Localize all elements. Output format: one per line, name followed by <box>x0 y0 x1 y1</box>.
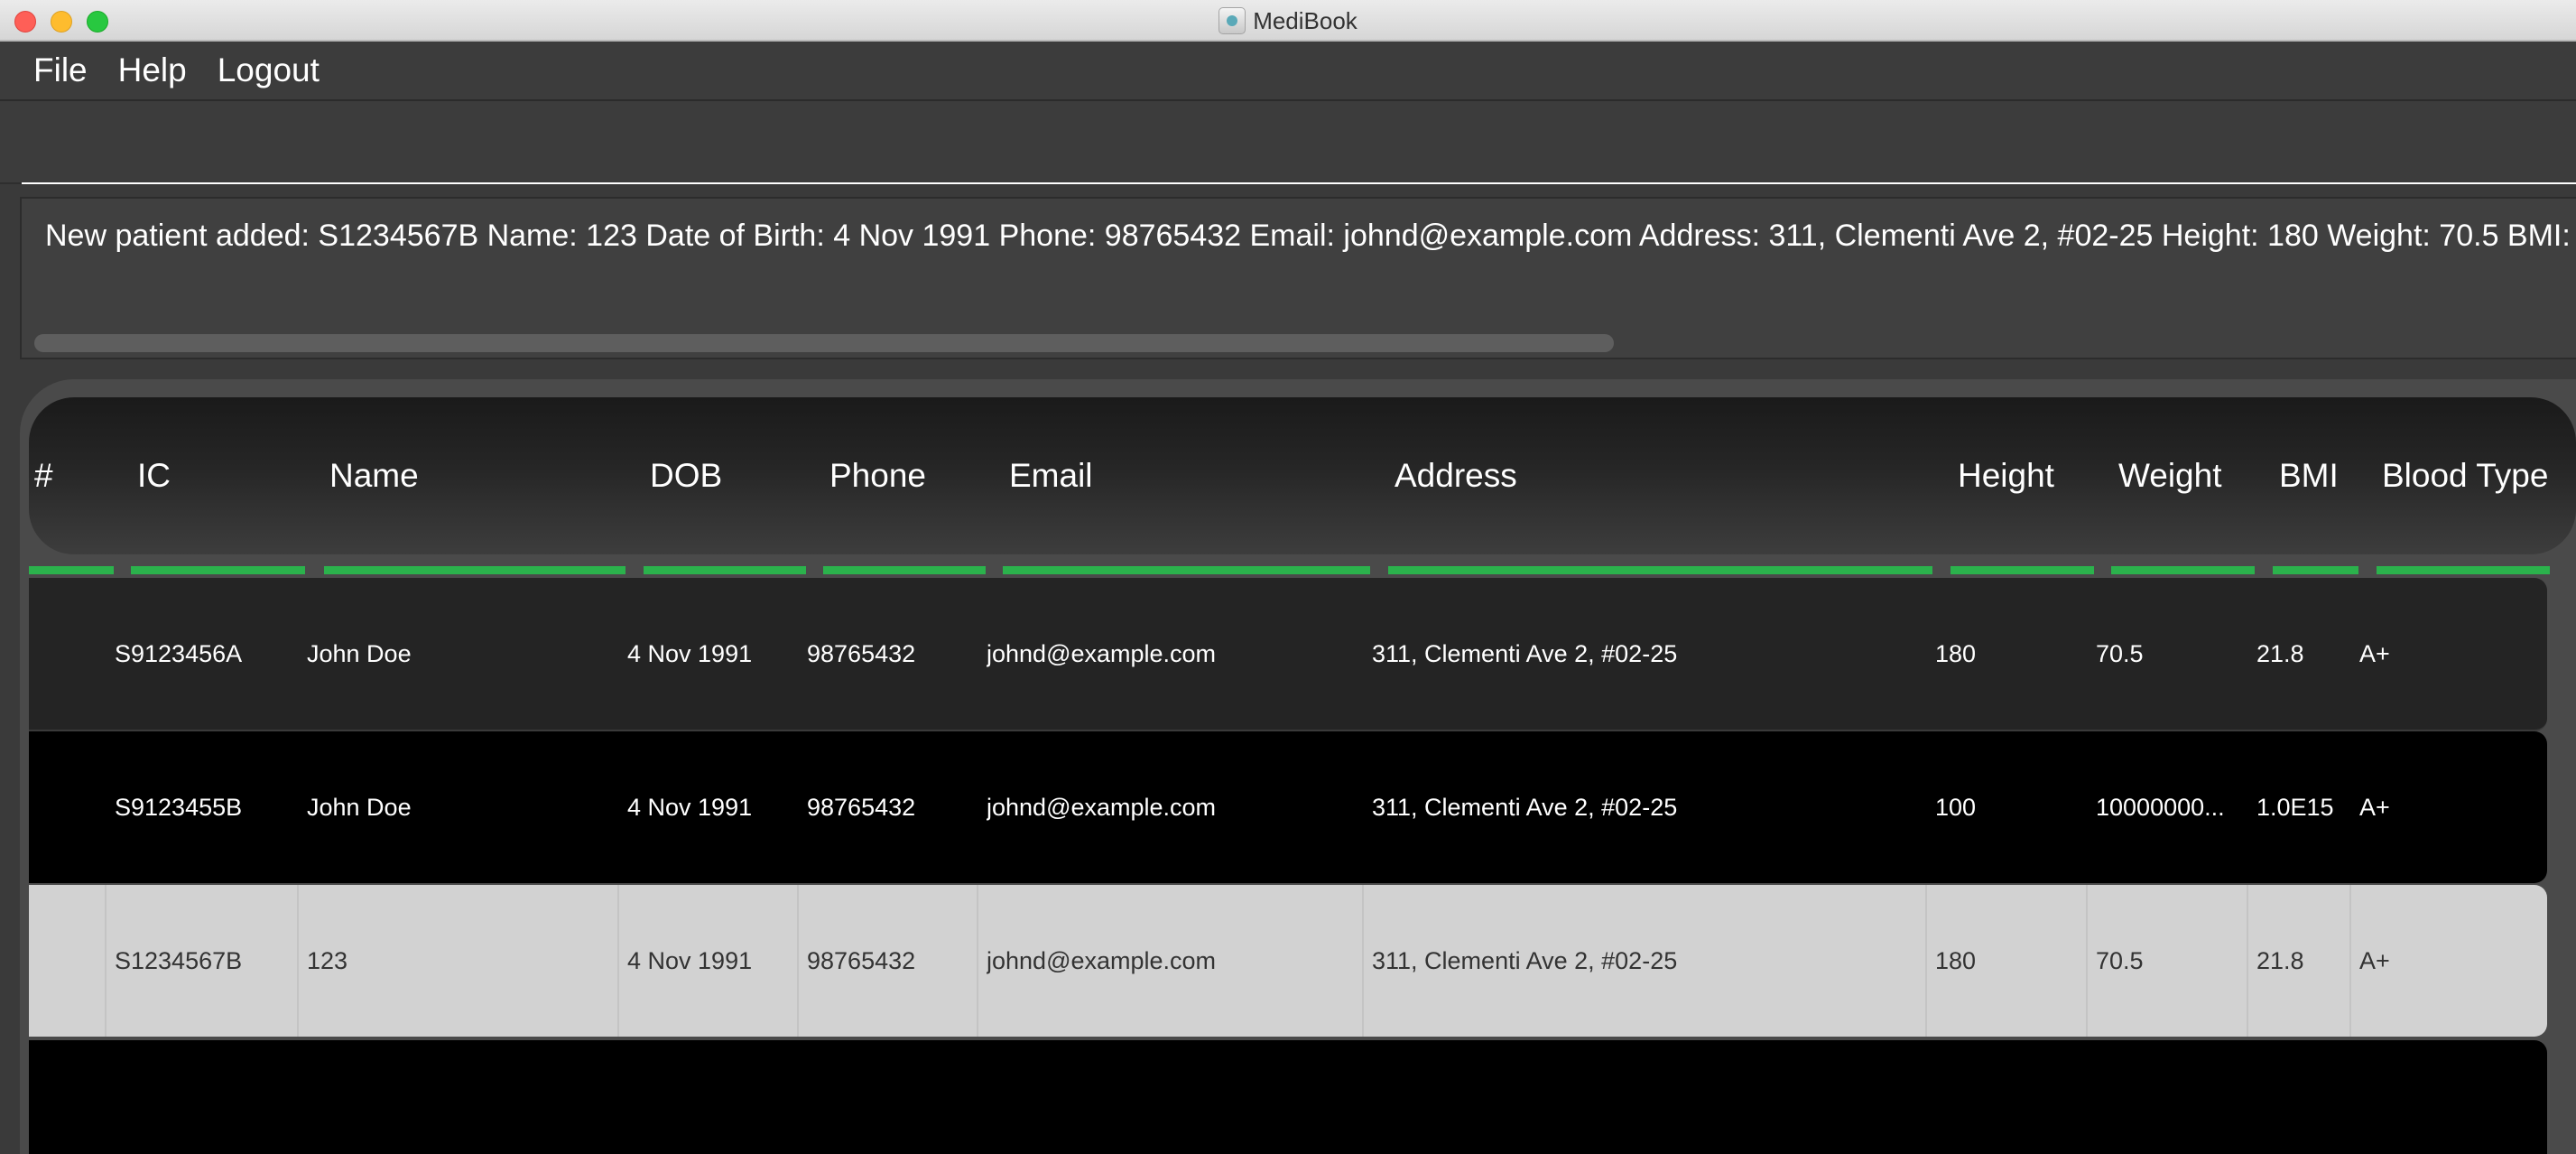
column-separator <box>1362 885 1364 1037</box>
cell-email: johnd@example.com <box>987 793 1217 821</box>
cell-blood-type: A+ <box>2359 793 2390 821</box>
column-separator <box>2086 885 2088 1037</box>
table-row-selected[interactable]: S1234567B 123 4 Nov 1991 98765432 johnd@… <box>29 885 2547 1037</box>
column-header-phone[interactable]: Phone <box>829 397 926 554</box>
column-header-blood-type[interactable]: Blood Type <box>2382 397 2548 554</box>
column-separator <box>2349 885 2351 1037</box>
header-underline <box>324 566 625 574</box>
result-display-area: New patient added: S1234567B Name: 123 D… <box>0 186 2576 368</box>
menu-bar: File Help Logout <box>0 42 2576 101</box>
cell-name: John Doe <box>307 639 412 667</box>
window-title: MediBook <box>1253 6 1357 34</box>
header-underline <box>1951 566 2094 574</box>
cell-address: 311, Clementi Ave 2, #02-25 <box>1372 946 1678 974</box>
patient-table-area: # IC Name DOB Phone Email Address Height… <box>0 372 2576 1154</box>
cell-name: 123 <box>307 946 348 974</box>
cell-bmi: 1.0E15 <box>2256 793 2334 821</box>
column-header-index[interactable]: # <box>34 397 53 554</box>
result-message: New patient added: S1234567B Name: 123 D… <box>45 219 2576 253</box>
horizontal-scrollbar[interactable] <box>34 334 1614 352</box>
cell-name: John Doe <box>307 793 412 821</box>
command-input[interactable] <box>22 105 2576 184</box>
header-underline <box>131 566 305 574</box>
header-underline <box>823 566 986 574</box>
title-bar: MediBook <box>0 0 2576 42</box>
cell-dob: 4 Nov 1991 <box>627 946 753 974</box>
column-separator <box>1925 885 1927 1037</box>
cell-phone: 98765432 <box>807 639 916 667</box>
cell-bmi: 21.8 <box>2256 639 2304 667</box>
header-underline <box>29 566 114 574</box>
column-header-dob[interactable]: DOB <box>650 397 722 554</box>
column-header-ic[interactable]: IC <box>137 397 171 554</box>
cell-ic: S9123456A <box>115 639 243 667</box>
cell-email: johnd@example.com <box>987 639 1217 667</box>
cell-weight: 70.5 <box>2096 639 2144 667</box>
table-row[interactable]: S9123455B John Doe 4 Nov 1991 98765432 j… <box>29 731 2547 883</box>
column-separator <box>105 885 107 1037</box>
cell-address: 311, Clementi Ave 2, #02-25 <box>1372 793 1678 821</box>
cell-weight: 10000000... <box>2096 793 2225 821</box>
cell-height: 180 <box>1935 639 1977 667</box>
cell-ic: S9123455B <box>115 793 243 821</box>
table-row[interactable]: S9123456A John Doe 4 Nov 1991 98765432 j… <box>29 578 2547 731</box>
cell-blood-type: A+ <box>2359 946 2390 974</box>
column-separator <box>797 885 799 1037</box>
command-box-area <box>0 101 2576 184</box>
cell-address: 311, Clementi Ave 2, #02-25 <box>1372 639 1678 667</box>
header-underline <box>2273 566 2358 574</box>
column-header-email[interactable]: Email <box>1009 397 1093 554</box>
cell-dob: 4 Nov 1991 <box>627 793 753 821</box>
table-header: # IC Name DOB Phone Email Address Height… <box>29 397 2576 554</box>
cell-height: 100 <box>1935 793 1977 821</box>
menu-help[interactable]: Help <box>103 51 202 89</box>
cell-phone: 98765432 <box>807 946 916 974</box>
column-header-address[interactable]: Address <box>1395 397 1517 554</box>
cell-weight: 70.5 <box>2096 946 2144 974</box>
cell-height: 180 <box>1935 946 1977 974</box>
cell-blood-type: A+ <box>2359 639 2390 667</box>
column-header-bmi[interactable]: BMI <box>2279 397 2339 554</box>
header-underline <box>2377 566 2550 574</box>
menu-logout[interactable]: Logout <box>202 51 335 89</box>
column-separator <box>297 885 299 1037</box>
column-separator <box>977 885 978 1037</box>
cell-dob: 4 Nov 1991 <box>627 639 753 667</box>
app-icon <box>1219 7 1246 34</box>
cell-ic: S1234567B <box>115 946 243 974</box>
result-display: New patient added: S1234567B Name: 123 D… <box>20 197 2576 359</box>
column-header-height[interactable]: Height <box>1958 397 2054 554</box>
column-header-name[interactable]: Name <box>329 397 419 554</box>
column-header-weight[interactable]: Weight <box>2118 397 2222 554</box>
cell-phone: 98765432 <box>807 793 916 821</box>
header-underline <box>644 566 806 574</box>
column-separator <box>617 885 619 1037</box>
menu-file[interactable]: File <box>18 51 103 89</box>
header-underline <box>2111 566 2255 574</box>
window-title-wrap: MediBook <box>0 0 2576 42</box>
column-separator <box>2247 885 2248 1037</box>
header-underline <box>1003 566 1370 574</box>
cell-email: johnd@example.com <box>987 946 1217 974</box>
table-row-empty <box>29 1040 2547 1154</box>
header-underline <box>1388 566 1932 574</box>
cell-bmi: 21.8 <box>2256 946 2304 974</box>
